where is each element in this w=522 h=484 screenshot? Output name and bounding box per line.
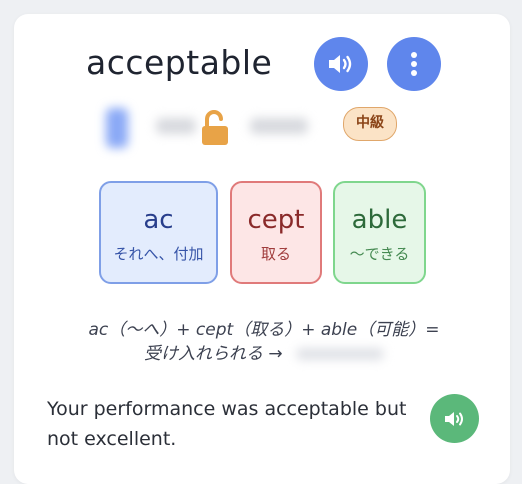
- speaker-icon: [444, 411, 463, 426]
- morpheme-part: ac: [143, 205, 174, 235]
- more-options-button[interactable]: [387, 37, 441, 91]
- morpheme-part: cept: [247, 205, 305, 235]
- morpheme-meaning: 取る: [260, 245, 291, 263]
- blurred-phonetic-marker: [106, 108, 128, 148]
- more-vertical-icon: [411, 52, 417, 76]
- unlocked-lock-icon[interactable]: [198, 110, 232, 146]
- morpheme-card-prefix[interactable]: ac それへ、付加: [99, 181, 218, 284]
- morpheme-meaning: それへ、付加: [113, 245, 204, 263]
- example-sentence: Your performance was acceptable but not …: [47, 398, 407, 450]
- word-title: acceptable: [86, 43, 273, 82]
- blurred-reading-text: [250, 118, 308, 134]
- etymology-formula: ac（～へ）+ cept（取る）+ able（可能）= 受け入れられる →: [40, 318, 488, 366]
- etymology-line-1: ac（～へ）+ cept（取る）+ able（可能）=: [88, 320, 440, 340]
- etymology-line-2-text: 受け入れられる →: [143, 344, 283, 364]
- example-audio-button[interactable]: [430, 394, 479, 443]
- speaker-icon: [329, 55, 352, 73]
- pronounce-button[interactable]: [314, 37, 368, 91]
- morpheme-card-suffix[interactable]: able ～できる: [333, 181, 426, 284]
- level-badge: 中級: [343, 107, 397, 141]
- etymology-line-2: 受け入れられる →: [40, 342, 488, 366]
- blurred-phonetic-text: [156, 118, 196, 134]
- morpheme-meaning: ～できる: [349, 245, 410, 263]
- morpheme-part: able: [351, 205, 408, 235]
- morpheme-card-root[interactable]: cept 取る: [230, 181, 322, 284]
- blurred-meaning: [296, 348, 385, 360]
